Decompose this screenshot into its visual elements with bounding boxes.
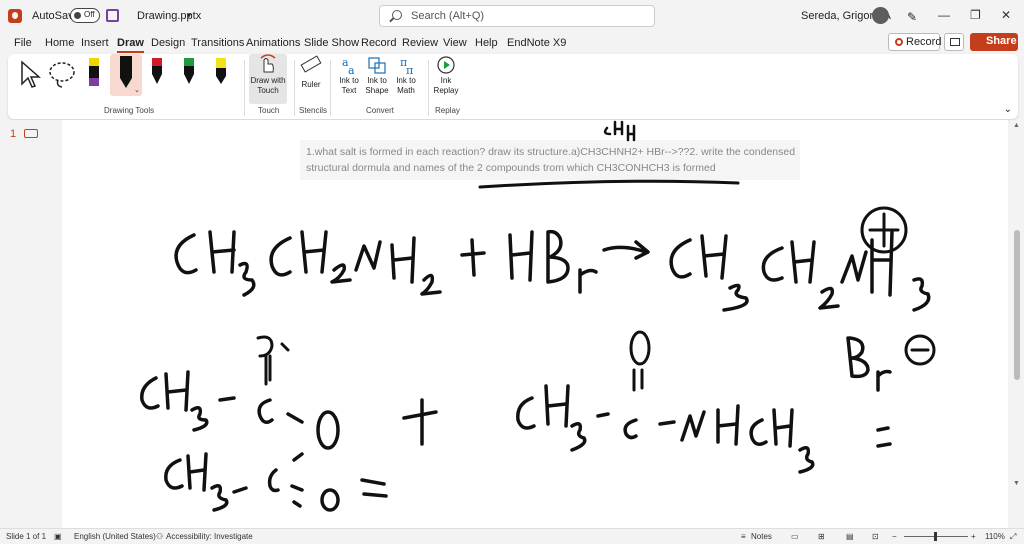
slide-show-icon[interactable]: ⊡ xyxy=(872,532,879,541)
designer-pen-icon[interactable]: ✎ xyxy=(907,10,917,24)
tab-review[interactable]: Review xyxy=(402,37,438,49)
menu-bar: File Home Insert Draw Design Transitions… xyxy=(0,33,1024,53)
ink-to-shape-icon xyxy=(368,57,386,74)
avatar[interactable] xyxy=(872,7,889,24)
zoom-level[interactable]: 110% xyxy=(985,532,1005,541)
slide-number: 1 xyxy=(10,128,17,140)
group-label-drawing-tools: Drawing Tools xyxy=(104,106,155,115)
svg-text:π: π xyxy=(406,64,413,76)
zoom-in-icon[interactable]: + xyxy=(971,532,976,541)
ink-replay-button[interactable]: Ink Replay xyxy=(432,54,460,104)
group-label-stencils: Stencils xyxy=(299,106,328,115)
title-bar: AutoSave Off Drawing.pptx ▾ Search (Alt+… xyxy=(0,0,1024,33)
tab-draw[interactable]: Draw xyxy=(117,37,144,53)
share-button[interactable]: Share xyxy=(970,33,1018,51)
zoom-out-icon[interactable]: − xyxy=(892,532,897,541)
tab-insert[interactable]: Insert xyxy=(81,37,109,49)
group-separator xyxy=(294,60,295,116)
reading-view-icon[interactable]: ▤ xyxy=(846,532,854,541)
tab-view[interactable]: View xyxy=(443,37,467,49)
ink-replay-icon xyxy=(437,56,455,74)
pen-red-icon[interactable] xyxy=(149,56,165,90)
tab-home[interactable]: Home xyxy=(45,37,74,49)
accessibility-icon[interactable]: ⚇ xyxy=(156,532,163,541)
spelling-icon[interactable]: ▣ xyxy=(54,532,62,541)
tab-endnote[interactable]: EndNote X9 xyxy=(507,37,566,49)
tab-slide-show[interactable]: Slide Show xyxy=(304,37,359,49)
lasso-select-icon[interactable] xyxy=(46,60,78,90)
normal-view-icon[interactable]: ▭ xyxy=(791,532,799,541)
tab-design[interactable]: Design xyxy=(151,37,185,49)
svg-text:a: a xyxy=(348,64,355,76)
group-label-convert: Convert xyxy=(366,106,395,115)
scroll-up-arrow[interactable]: ▲ xyxy=(1013,122,1020,129)
zoom-slider-thumb[interactable] xyxy=(934,532,937,541)
ink-to-text-button[interactable]: a a Ink to Text xyxy=(336,54,362,104)
draw-with-touch-label: Draw with Touch xyxy=(250,76,286,95)
record-label: Record xyxy=(906,36,942,48)
ink-to-math-label: Ink to Math xyxy=(396,76,416,95)
slide-thumbnail-pane: 1 xyxy=(0,120,62,528)
ink-to-math-button[interactable]: π π Ink to Math xyxy=(392,54,420,104)
ink-replay-label: Ink Replay xyxy=(433,76,459,95)
pen-black-selected[interactable]: ⌄ xyxy=(110,54,142,96)
comments-button[interactable] xyxy=(944,33,964,51)
fit-to-window-icon[interactable]: ⤢ xyxy=(1010,532,1016,542)
language[interactable]: English (United States) xyxy=(74,532,156,541)
pen-green-icon[interactable] xyxy=(181,56,197,90)
hand-icon xyxy=(260,54,276,73)
draw-with-touch-button[interactable]: Draw with Touch xyxy=(249,54,287,104)
scroll-down-arrow[interactable]: ▼ xyxy=(1013,480,1020,487)
group-separator xyxy=(244,60,245,116)
ruler-icon xyxy=(300,55,322,73)
pen-purple-icon[interactable] xyxy=(86,56,102,90)
autosave-toggle[interactable]: Off xyxy=(70,8,100,23)
search-input[interactable]: Search (Alt+Q) xyxy=(411,10,484,22)
ruler-label: Ruler xyxy=(301,80,321,89)
ink-to-math-icon: π π xyxy=(400,56,413,77)
notes-button[interactable]: Notes xyxy=(751,532,772,541)
group-label-touch: Touch xyxy=(258,106,280,115)
tab-file[interactable]: File xyxy=(14,37,32,49)
minimize-icon[interactable]: — xyxy=(938,8,950,22)
ribbon: ⌄ Drawing Tools Draw with Touch Touch Ru… xyxy=(8,54,1018,119)
group-label-replay: Replay xyxy=(435,106,460,115)
slide-sorter-icon[interactable]: ⊞ xyxy=(818,532,825,541)
select-arrow-icon[interactable] xyxy=(18,60,42,90)
tab-record[interactable]: Record xyxy=(361,37,396,49)
toggle-knob xyxy=(74,12,81,19)
ink-to-text-icon: a a xyxy=(342,56,355,77)
pen-black-icon: ⌄ xyxy=(120,56,140,94)
share-label: Share xyxy=(986,35,1017,47)
powerpoint-icon xyxy=(8,9,22,23)
ink-to-shape-button[interactable]: Ink to Shape xyxy=(364,54,390,104)
scroll-thumb[interactable] xyxy=(1014,230,1020,380)
chevron-down-icon[interactable]: ⌄ xyxy=(1004,104,1012,115)
notes-icon[interactable]: ≡ xyxy=(741,532,746,541)
search-box[interactable]: Search (Alt+Q) xyxy=(379,5,655,27)
record-button[interactable]: Record xyxy=(888,33,942,51)
close-icon[interactable]: ✕ xyxy=(1001,8,1011,22)
slide-canvas[interactable]: 1.what salt is formed in each reaction? … xyxy=(62,120,1008,528)
restore-icon[interactable]: ❐ xyxy=(970,8,981,22)
highlighter-yellow-icon[interactable] xyxy=(213,56,229,90)
tab-help[interactable]: Help xyxy=(475,37,498,49)
tab-animations[interactable]: Animations xyxy=(246,37,300,49)
chevron-down-icon[interactable]: ▾ xyxy=(187,11,191,20)
svg-text:⌄: ⌄ xyxy=(134,86,140,94)
slide-thumbnail[interactable] xyxy=(24,129,38,138)
accessibility-status[interactable]: Accessibility: Investigate xyxy=(166,532,253,541)
autosave-state: Off xyxy=(84,10,95,19)
tab-transitions[interactable]: Transitions xyxy=(191,37,244,49)
ruler-button[interactable]: Ruler xyxy=(298,54,324,100)
record-icon xyxy=(895,38,903,46)
vertical-scrollbar[interactable]: ▲ ▼ xyxy=(1010,120,1024,528)
save-icon[interactable] xyxy=(106,9,119,22)
slide-count: Slide 1 of 1 xyxy=(6,532,47,541)
file-name[interactable]: Drawing.pptx xyxy=(137,10,201,22)
ink-drawing xyxy=(140,120,936,512)
status-bar: Slide 1 of 1 ▣ English (United States) ⚇… xyxy=(0,528,1024,544)
group-separator xyxy=(330,60,331,116)
search-icon xyxy=(392,10,402,20)
